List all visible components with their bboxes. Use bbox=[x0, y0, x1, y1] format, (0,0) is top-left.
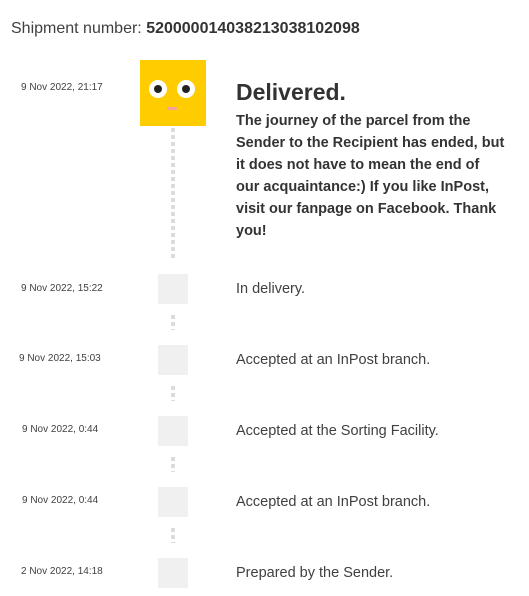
timeline-connector bbox=[171, 528, 175, 543]
event-date: 9 Nov 2022, 0:44 bbox=[22, 495, 99, 506]
event-status: Accepted at the Sorting Facility. bbox=[236, 423, 439, 439]
event-date: 2 Nov 2022, 14:18 bbox=[21, 566, 103, 577]
shipment-label: Shipment number: bbox=[11, 20, 142, 37]
timeline-marker bbox=[158, 487, 188, 517]
event-status: Accepted at an InPost branch. bbox=[236, 494, 431, 510]
delivered-title: Delivered. bbox=[236, 79, 346, 105]
event-status: Prepared by the Sender. bbox=[236, 565, 394, 581]
delivered-description: The journey of the parcel from the Sende… bbox=[236, 113, 505, 239]
event-date: 9 Nov 2022, 15:03 bbox=[19, 353, 101, 364]
timeline-marker bbox=[158, 416, 188, 446]
event-date: 9 Nov 2022, 15:22 bbox=[21, 283, 103, 294]
event-date: 9 Nov 2022, 0:44 bbox=[22, 424, 99, 435]
timeline-connector bbox=[171, 128, 175, 258]
right-eye bbox=[177, 80, 195, 98]
event-status: Accepted at an InPost branch. bbox=[236, 352, 431, 368]
timeline-connector bbox=[171, 386, 175, 401]
shipment-number: 520000014038213038102098 bbox=[146, 20, 360, 37]
timeline-marker bbox=[158, 274, 188, 304]
mouth bbox=[167, 107, 177, 110]
timeline-marker bbox=[158, 558, 188, 588]
timeline-connector bbox=[171, 457, 175, 472]
smiling-face-icon bbox=[140, 60, 206, 126]
timeline-connector bbox=[171, 315, 175, 330]
event-date: 9 Nov 2022, 21:17 bbox=[21, 82, 103, 93]
shipment-header: Shipment number: 52000001403821303810209… bbox=[11, 19, 360, 39]
event-status: In delivery. bbox=[236, 281, 306, 297]
timeline-marker bbox=[158, 345, 188, 375]
left-eye bbox=[149, 80, 167, 98]
